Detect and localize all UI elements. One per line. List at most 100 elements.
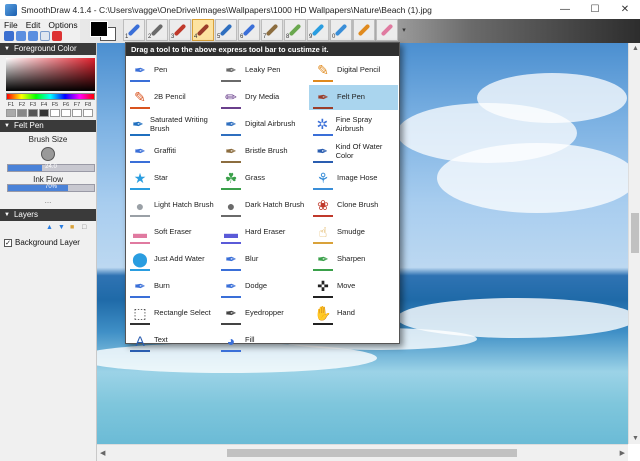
- tool-option[interactable]: ✒ Sharpen: [309, 247, 398, 272]
- tool-option[interactable]: ✒ Leaky Pen: [217, 58, 306, 83]
- move-up-icon[interactable]: ▲: [46, 224, 54, 232]
- layer-item[interactable]: ✓ Background Layer: [4, 237, 92, 248]
- tool-option[interactable]: ✏ Dry Media: [217, 85, 306, 110]
- save-icon[interactable]: [4, 31, 14, 41]
- tool-option[interactable]: ✒ Digital Airbrush: [217, 112, 306, 137]
- more-options-button[interactable]: ...: [0, 196, 96, 205]
- tool-option[interactable]: ● Light Hatch Brush: [126, 193, 215, 218]
- tool-option[interactable]: ⬚ Rectangle Select: [126, 301, 215, 326]
- tool-option[interactable]: ❀ Clone Brush: [309, 193, 398, 218]
- foreground-color-swatch[interactable]: [90, 21, 108, 37]
- tool-picker-popup: Drag a tool to the above express tool ba…: [125, 42, 400, 352]
- tool-option[interactable]: ★ Star: [126, 166, 215, 191]
- tool-option[interactable]: ✎ 2B Pencil: [126, 85, 215, 110]
- new-layer-icon[interactable]: ■: [70, 224, 78, 232]
- tool-option[interactable]: ☘ Grass: [217, 166, 306, 191]
- tool-option[interactable]: ✒ Kind Of Water Color: [309, 139, 398, 164]
- brush-size-slider[interactable]: 24.0: [7, 164, 95, 172]
- tool-option[interactable]: ✒ Dodge: [217, 274, 306, 299]
- express-tool-slot[interactable]: 9: [307, 19, 329, 41]
- layer-visibility-checkbox[interactable]: ✓: [4, 238, 12, 247]
- fkey-label: F4: [40, 102, 48, 108]
- tool-option[interactable]: ✋ Hand: [309, 301, 398, 326]
- express-tool-slot[interactable]: 6: [238, 19, 260, 41]
- clear-icon[interactable]: [52, 31, 62, 41]
- tool-option[interactable]: ⚘ Image Hose: [309, 166, 398, 191]
- tool-option[interactable]: ✲ Fine Spray Airbrush: [309, 112, 398, 137]
- tool-option[interactable]: ● Dark Hatch Brush: [217, 193, 306, 218]
- tool-option[interactable]: ▬ Hard Eraser: [217, 220, 306, 245]
- express-tool-slot[interactable]: 7: [261, 19, 283, 41]
- tool-label: Dodge: [245, 281, 268, 291]
- maximize-button[interactable]: ☐: [580, 0, 610, 19]
- preset-color-swatch[interactable]: [72, 109, 82, 117]
- undo-icon[interactable]: [16, 31, 26, 41]
- express-toolbar-dropdown-icon[interactable]: ▾: [399, 19, 409, 41]
- tool-option[interactable]: ✒ Pen: [126, 58, 215, 83]
- close-button[interactable]: ✕: [610, 0, 640, 19]
- tool-icon: ✒: [220, 141, 242, 163]
- menu-options[interactable]: Options: [44, 19, 81, 31]
- express-tool-slot[interactable]: 0: [330, 19, 352, 41]
- move-down-icon[interactable]: ▼: [58, 224, 66, 232]
- pen-settings-header[interactable]: ▼ Felt Pen: [0, 120, 96, 132]
- scroll-down-icon[interactable]: ▼: [632, 435, 639, 442]
- color-picker-square[interactable]: [6, 58, 95, 91]
- scroll-thumb[interactable]: [631, 213, 639, 253]
- tool-option[interactable]: ☝ Smudge: [309, 220, 398, 245]
- preset-color-swatch[interactable]: [39, 109, 49, 117]
- tool-option[interactable]: ✒ Saturated Writing Brush: [126, 112, 215, 137]
- vertical-scrollbar[interactable]: ▲ ▼: [628, 43, 640, 444]
- hue-slider[interactable]: [6, 93, 95, 100]
- tool-option[interactable]: ✒ Eyedropper: [217, 301, 306, 326]
- preset-color-swatch[interactable]: [50, 109, 60, 117]
- tool-option[interactable]: ✎ Digital Pencil: [309, 58, 398, 83]
- tool-icon: ★: [129, 168, 151, 190]
- express-tool-slot[interactable]: 1: [123, 19, 145, 41]
- scroll-up-icon[interactable]: ▲: [632, 45, 639, 52]
- tool-option[interactable]: ⬤ Just Add Water: [126, 247, 215, 272]
- preset-color-swatch[interactable]: [6, 109, 16, 117]
- tool-option[interactable]: ✒ Graffiti: [126, 139, 215, 164]
- horizontal-scrollbar[interactable]: ◀ ▶: [97, 444, 628, 461]
- preset-color-swatch[interactable]: [28, 109, 38, 117]
- tool-option[interactable]: A Text: [126, 328, 215, 353]
- preset-color-swatch[interactable]: [17, 109, 27, 117]
- tool-option[interactable]: ✒ Blur: [217, 247, 306, 272]
- tool-option[interactable]: ✒ Burn: [126, 274, 215, 299]
- cloud-shape: [437, 143, 628, 213]
- tool-option[interactable]: ✒ Bristle Brush: [217, 139, 306, 164]
- express-tool-slot[interactable]: 5: [215, 19, 237, 41]
- express-tool-slot[interactable]: 8: [284, 19, 306, 41]
- express-tool-slot[interactable]: 2: [146, 19, 168, 41]
- scroll-left-icon[interactable]: ◀: [100, 449, 105, 457]
- foreground-color-header[interactable]: ▼ Foreground Color: [0, 43, 96, 55]
- express-tool-slot[interactable]: [353, 19, 375, 41]
- tool-option[interactable]: ✜ Move: [309, 274, 398, 299]
- ink-flow-slider[interactable]: 70%: [7, 184, 95, 192]
- tool-underline: [313, 79, 333, 82]
- tool-icon: ⬤: [129, 249, 151, 271]
- tool-option[interactable]: ◕ Fill: [217, 328, 306, 353]
- express-tool-slot[interactable]: [376, 19, 398, 41]
- express-toolbar: 1 2 3 4 5 6 7 8 9 0 ▾: [123, 19, 409, 43]
- tool-option[interactable]: ✒ Felt Pen: [309, 85, 398, 110]
- tool-option[interactable]: ▬ Soft Eraser: [126, 220, 215, 245]
- minimize-button[interactable]: —: [550, 0, 580, 19]
- express-tool-slot[interactable]: 3: [169, 19, 191, 41]
- layers-header[interactable]: ▼ Layers: [0, 209, 96, 221]
- new-page-icon[interactable]: [40, 31, 50, 41]
- tool-icon: ●: [220, 195, 242, 217]
- menu-file[interactable]: File: [0, 19, 22, 31]
- scroll-right-icon[interactable]: ▶: [620, 449, 625, 457]
- layer-properties-icon[interactable]: □: [82, 224, 90, 232]
- preset-color-swatch[interactable]: [83, 109, 93, 117]
- preset-color-swatch[interactable]: [61, 109, 71, 117]
- redo-icon[interactable]: [28, 31, 38, 41]
- color-swatches[interactable]: [86, 21, 122, 41]
- scroll-thumb[interactable]: [227, 449, 517, 457]
- menu-edit[interactable]: Edit: [22, 19, 45, 31]
- tool-icon: ✒: [129, 60, 151, 82]
- quick-toolbar: [0, 31, 80, 43]
- express-tool-slot[interactable]: 4: [192, 19, 214, 41]
